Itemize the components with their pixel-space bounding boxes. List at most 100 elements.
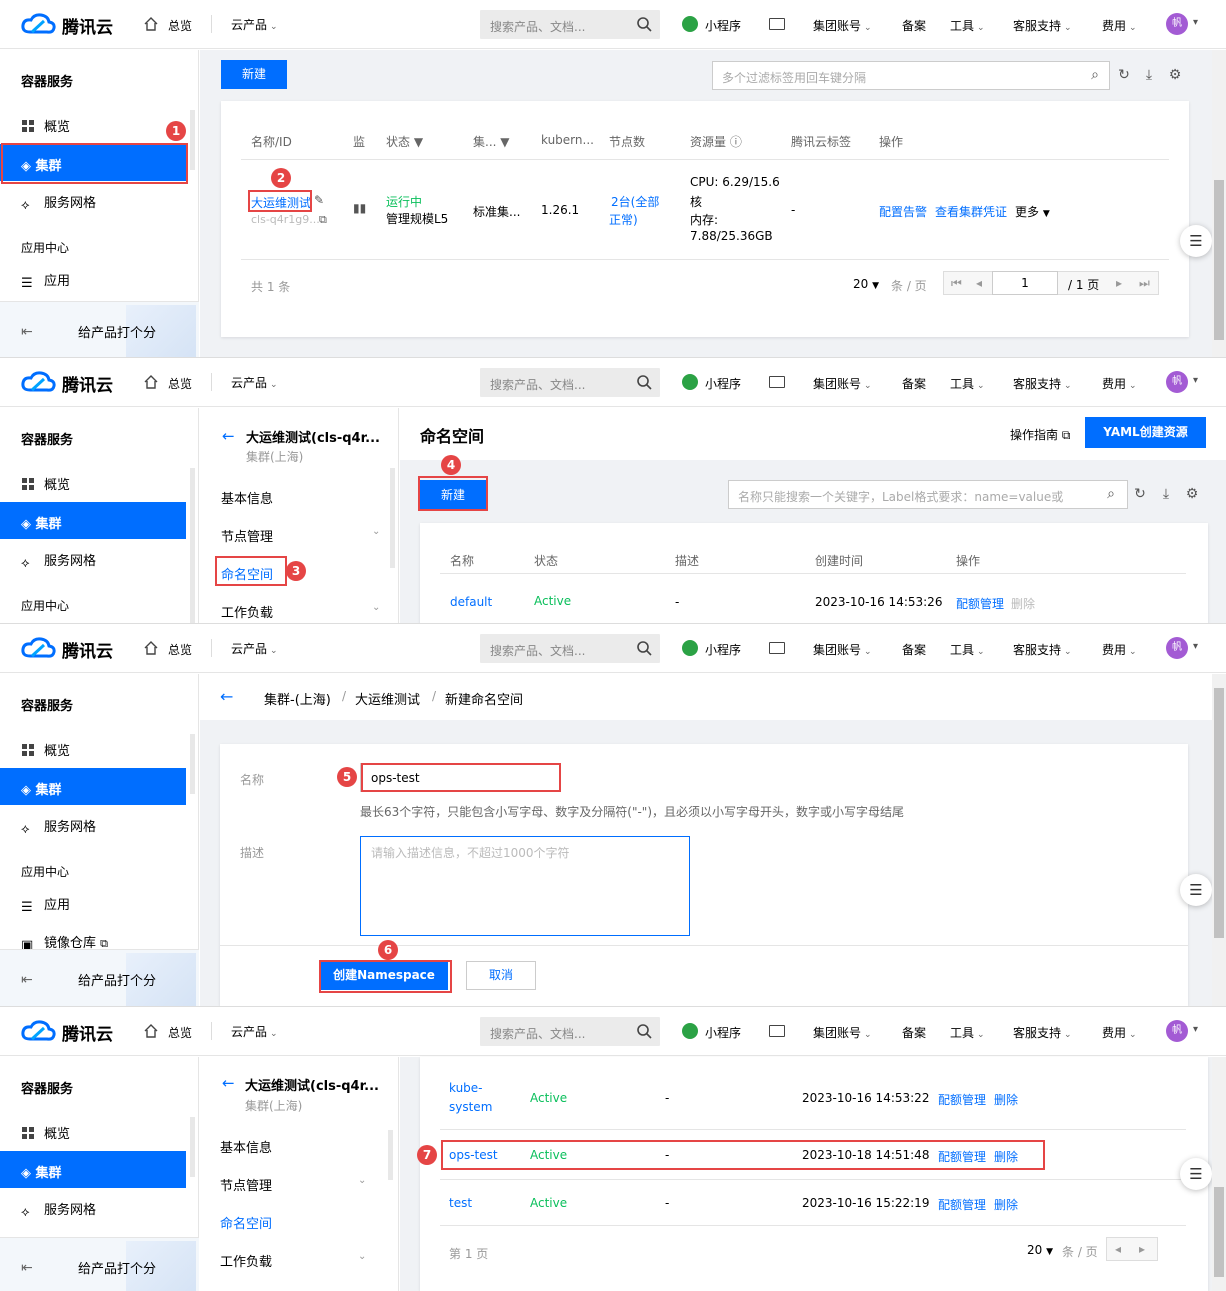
support-menu[interactable]: 客服支持 ⌄	[1013, 375, 1072, 392]
chevron-down-icon[interactable]: ▾	[1193, 641, 1198, 652]
delete-link[interactable]: 删除	[1011, 595, 1035, 612]
chevron-down-icon[interactable]: ⌄	[372, 602, 380, 613]
next-page-icon[interactable]: ▸	[1116, 276, 1122, 290]
group-account-menu[interactable]: 集团账号 ⌄	[813, 17, 872, 34]
first-page-icon[interactable]: ⏮	[951, 276, 962, 291]
filing-link[interactable]: 备案	[902, 641, 926, 658]
miniprogram-icon[interactable]	[682, 640, 698, 656]
sidebar-item-overview[interactable]: 概览	[21, 740, 70, 759]
chevron-down-icon[interactable]: ⌄	[372, 526, 380, 537]
back-arrow-icon[interactable]: ←	[222, 1074, 235, 1092]
namespace-name-link[interactable]: system	[449, 1100, 492, 1114]
products-menu[interactable]: 云产品 ⌄	[231, 1023, 278, 1040]
search-input[interactable]: 搜索产品、文档...	[490, 642, 585, 659]
sidebar-scrollbar[interactable]	[190, 734, 195, 794]
search-icon[interactable]: ⌕	[1104, 487, 1118, 501]
yaml-create-button[interactable]: YAML创建资源	[1085, 417, 1206, 448]
group-account-menu[interactable]: 集团账号 ⌄	[813, 375, 872, 392]
tencent-cloud-logo-icon[interactable]	[20, 1019, 56, 1043]
breadcrumb-cluster-name[interactable]: 大运维测试	[355, 689, 420, 708]
menu-workload[interactable]: 工作负载	[221, 602, 273, 621]
sidebar-item-app[interactable]: ☰ 应用	[21, 894, 70, 915]
page-scrollbar[interactable]	[1212, 674, 1226, 1006]
products-menu[interactable]: 云产品 ⌄	[231, 640, 278, 657]
mail-icon[interactable]	[769, 1025, 785, 1037]
cancel-button[interactable]: 取消	[466, 961, 536, 990]
rate-product-box[interactable]: ⇤ 给产品打个分	[0, 1237, 199, 1291]
description-textarea[interactable]: 请输入描述信息，不超过1000个字符	[360, 836, 690, 936]
floating-menu-button[interactable]: ☰	[1180, 1158, 1212, 1190]
breadcrumb-cluster[interactable]: 集群-(上海)	[264, 689, 331, 708]
search-icon[interactable]	[636, 640, 652, 656]
chevron-down-icon[interactable]: ⌄	[358, 1251, 366, 1262]
settings-icon[interactable]: ⚙	[1168, 68, 1182, 82]
mail-icon[interactable]	[769, 642, 785, 654]
sidebar-item-cluster[interactable]: ◈ 集群	[0, 502, 186, 539]
menu-workload[interactable]: 工作负载	[220, 1251, 272, 1270]
search-icon[interactable]: ⌕	[1088, 68, 1102, 82]
chevron-down-icon[interactable]: ▾	[1193, 1024, 1198, 1035]
edit-icon[interactable]: ✎	[314, 193, 324, 207]
tools-menu[interactable]: 工具 ⌄	[950, 641, 985, 658]
miniprogram-link[interactable]: 小程序	[705, 1024, 741, 1041]
group-account-menu[interactable]: 集团账号 ⌄	[813, 1024, 872, 1041]
back-arrow-icon[interactable]: ←	[220, 687, 233, 706]
page-size-select[interactable]: 20 ▼	[1027, 1243, 1053, 1257]
submenu-scrollbar[interactable]	[390, 468, 395, 568]
namespace-name-link[interactable]: kube-	[449, 1081, 483, 1095]
rate-label[interactable]: 给产品打个分	[78, 1258, 156, 1277]
miniprogram-link[interactable]: 小程序	[705, 375, 741, 392]
home-icon[interactable]	[143, 16, 159, 32]
avatar[interactable]: 帆	[1166, 371, 1188, 393]
namespace-search-input[interactable]: 名称只能搜索一个关键字，Label格式要求：name=value或	[728, 480, 1128, 509]
search-icon[interactable]	[636, 1023, 652, 1039]
collapse-icon[interactable]: ⇤	[21, 1260, 33, 1276]
tencent-cloud-logo-icon[interactable]	[20, 636, 56, 660]
brand-name[interactable]: 腾讯云	[62, 1020, 113, 1045]
brand-name[interactable]: 腾讯云	[62, 13, 113, 38]
more-menu[interactable]: 更多 ▼	[1015, 203, 1050, 220]
products-menu[interactable]: 云产品 ⌄	[231, 16, 278, 33]
miniprogram-icon[interactable]	[682, 374, 698, 390]
products-menu[interactable]: 云产品 ⌄	[231, 374, 278, 391]
billing-menu[interactable]: 费用 ⌄	[1102, 375, 1137, 392]
delete-link[interactable]: 删除	[994, 1196, 1018, 1213]
prev-page-icon[interactable]: ◂	[1115, 1242, 1121, 1256]
rate-label[interactable]: 给产品打个分	[78, 970, 156, 989]
global-search[interactable]: 搜索产品、文档...	[480, 1017, 660, 1046]
support-menu[interactable]: 客服支持 ⌄	[1013, 17, 1072, 34]
rate-product-box[interactable]: ⇤ 给产品打个分	[0, 949, 199, 1006]
sidebar-item-overview[interactable]: 概览	[21, 474, 70, 493]
sidebar-item-app[interactable]: ☰ 应用	[21, 270, 70, 291]
namespace-name-link[interactable]: default	[450, 595, 492, 609]
filing-link[interactable]: 备案	[902, 1024, 926, 1041]
menu-basic-info[interactable]: 基本信息	[220, 1137, 272, 1156]
sidebar-item-service-mesh[interactable]: ⟡ 服务网格	[21, 1199, 96, 1220]
sidebar-scrollbar[interactable]	[190, 468, 195, 624]
sidebar-item-cluster[interactable]: ◈ 集群	[0, 1151, 186, 1188]
billing-menu[interactable]: 费用 ⌄	[1102, 641, 1137, 658]
sidebar-item-service-mesh[interactable]: ⟡ 服务网格	[21, 192, 96, 213]
global-search[interactable]: 搜索产品、文档...	[480, 10, 660, 39]
quota-management-link[interactable]: 配额管理	[956, 595, 1004, 612]
sidebar-item-overview[interactable]: 概览	[21, 1123, 70, 1142]
download-icon[interactable]: ⤓	[1142, 68, 1156, 82]
last-page-icon[interactable]: ⏭	[1139, 276, 1150, 291]
search-icon[interactable]	[636, 374, 652, 390]
refresh-icon[interactable]: ↻	[1117, 68, 1131, 82]
refresh-icon[interactable]: ↻	[1133, 487, 1147, 501]
download-icon[interactable]: ⤓	[1159, 487, 1173, 501]
page-size-select[interactable]: 20 ▼	[853, 277, 879, 291]
chevron-down-icon[interactable]: ▾	[1193, 375, 1198, 386]
group-account-menu[interactable]: 集团账号 ⌄	[813, 641, 872, 658]
global-search[interactable]: 搜索产品、文档...	[480, 368, 660, 397]
overview-link[interactable]: 总览	[168, 375, 192, 392]
miniprogram-link[interactable]: 小程序	[705, 17, 741, 34]
tencent-cloud-logo-icon[interactable]	[20, 370, 56, 394]
floating-menu-button[interactable]: ☰	[1180, 225, 1212, 257]
back-arrow-icon[interactable]: ←	[222, 427, 235, 445]
home-icon[interactable]	[143, 374, 159, 390]
rate-label[interactable]: 给产品打个分	[78, 322, 156, 341]
menu-node-management[interactable]: 节点管理	[221, 526, 273, 545]
mail-icon[interactable]	[769, 18, 785, 30]
